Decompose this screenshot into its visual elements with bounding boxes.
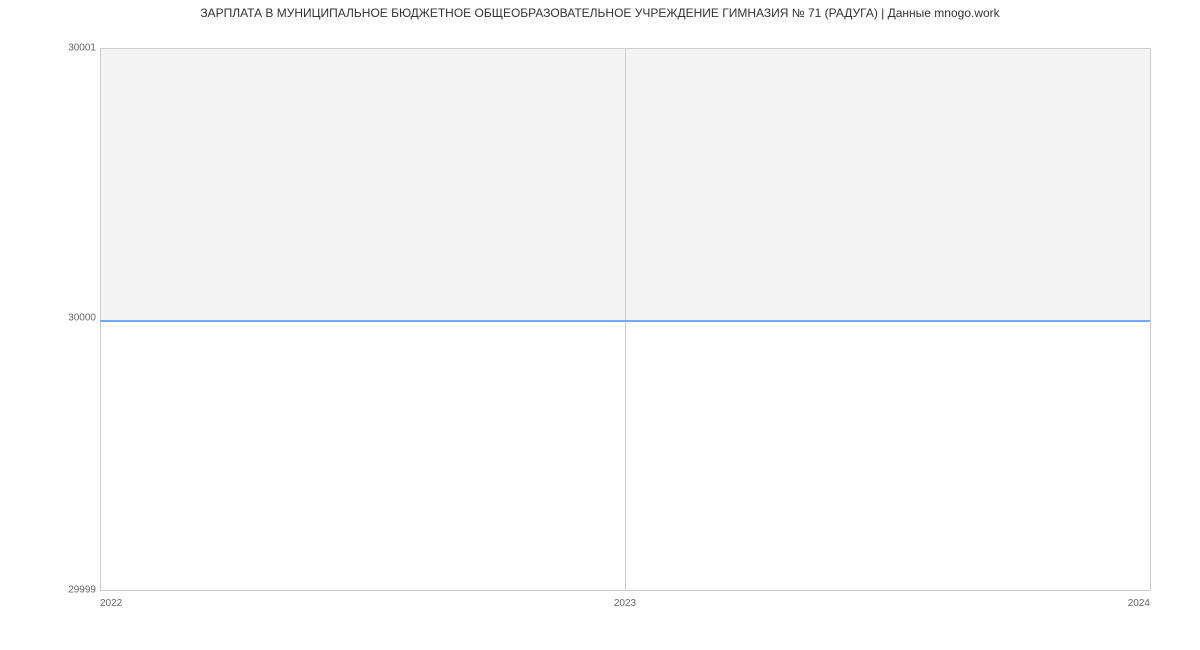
plot-area [100,48,1151,591]
y-tick-label-top: 30001 [68,43,96,54]
series-line-salary [100,320,1150,322]
x-tick-label-2022: 2022 [100,598,122,609]
chart-title: ЗАРПЛАТА В МУНИЦИПАЛЬНОЕ БЮДЖЕТНОЕ ОБЩЕО… [0,6,1200,20]
y-tick-label-mid: 30000 [68,313,96,324]
x-tick-label-2023: 2023 [614,598,636,609]
chart-container: ЗАРПЛАТА В МУНИЦИПАЛЬНОЕ БЮДЖЕТНОЕ ОБЩЕО… [0,0,1200,650]
x-tick-label-2024: 2024 [1128,598,1150,609]
y-tick-label-bottom: 29999 [68,585,96,596]
